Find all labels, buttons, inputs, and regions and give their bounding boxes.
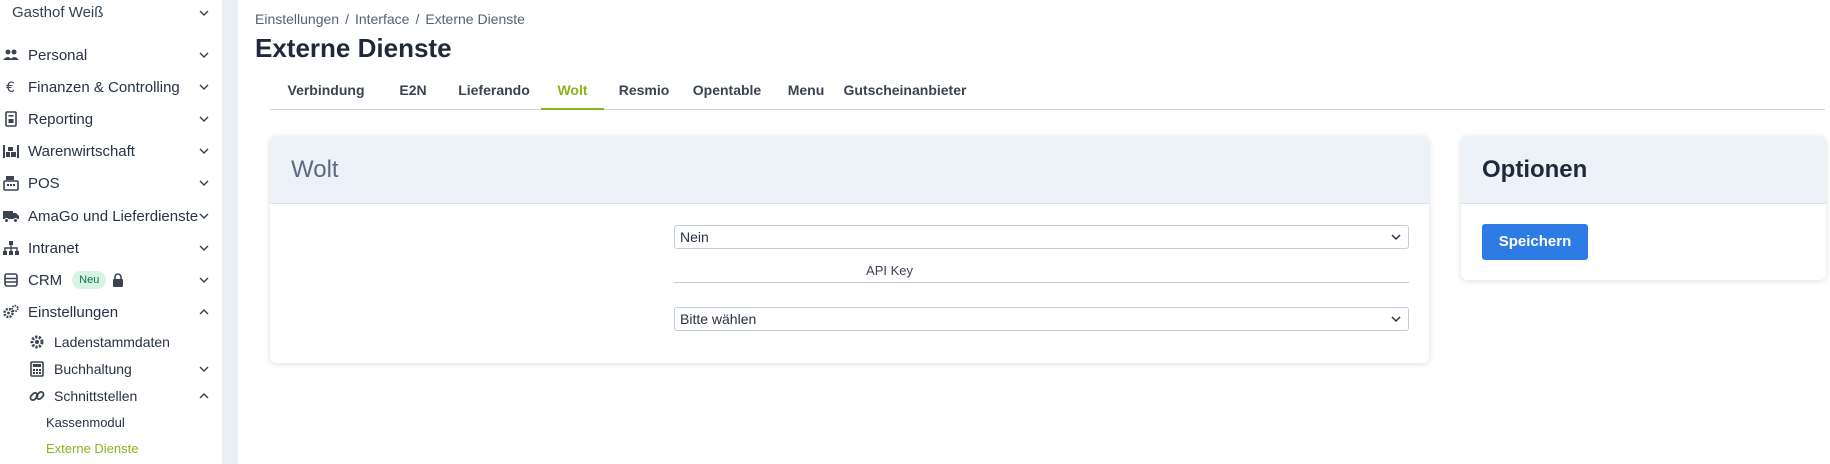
chevron-down-icon [198, 363, 210, 375]
sidebar-item-warenwirtschaft[interactable]: Warenwirtschaft [0, 138, 222, 164]
chevron-down-icon [198, 177, 210, 189]
sidebar-item-label: Personal [28, 46, 88, 64]
sidebar-item-amago[interactable]: AmaGo und Lieferdienste [0, 203, 222, 229]
sidebar-subitem-label: Ladenstammdaten [54, 334, 170, 350]
chevron-up-icon [198, 390, 210, 402]
sitemap-icon [2, 239, 20, 257]
sidebar-item-intranet[interactable]: Intranet [0, 235, 222, 261]
finance-path-value: Bitte wählen [680, 311, 757, 327]
truck-icon [2, 207, 20, 225]
lock-icon [111, 273, 125, 287]
sidebar-subitem-schnittstellen[interactable]: Schnittstellen [28, 384, 222, 408]
sidebar-item-finanzen[interactable]: € Finanzen & Controlling [0, 74, 222, 100]
company-name: Gasthof Weiß [12, 4, 104, 21]
tab-e2n[interactable]: E2N [382, 78, 444, 110]
sidebar-subitem-buchhaltung[interactable]: Buchhaltung [28, 357, 222, 381]
sidebar-subitem-label: Buchhaltung [54, 361, 132, 377]
sidebar-subitem-externe-dienste[interactable]: Externe Dienste [46, 438, 139, 460]
interface-active-select[interactable]: Nein [674, 225, 1409, 249]
sidebar-subitem-ladenstammdaten[interactable]: Ladenstammdaten [28, 330, 222, 354]
sidebar-item-reporting[interactable]: Reporting [0, 106, 222, 132]
chevron-up-icon [198, 306, 210, 318]
gears-icon [2, 303, 20, 321]
warehouse-icon [2, 142, 20, 160]
sidebar-item-label: Intranet [28, 239, 79, 257]
chevron-down-icon [198, 81, 210, 93]
chevron-down-icon [198, 145, 210, 157]
chevron-down-icon [198, 210, 210, 222]
svg-text:€: € [6, 80, 15, 95]
wolt-card-header: Wolt [270, 136, 1429, 204]
sidebar-subitem-kassenmodul[interactable]: Kassenmodul [46, 412, 125, 434]
sidebar-item-label: Warenwirtschaft [28, 142, 135, 160]
tab-gutscheinanbieter[interactable]: Gutscheinanbieter [839, 78, 971, 110]
sidebar-item-einstellungen[interactable]: Einstellungen [0, 299, 222, 325]
tab-resmio[interactable]: Resmio [607, 78, 681, 110]
sidebar-scrollbar[interactable] [222, 0, 238, 464]
api-key-input[interactable] [674, 259, 1409, 283]
chevron-down-icon [198, 113, 210, 125]
sidebar-item-label: Reporting [28, 110, 94, 128]
sidebar-subitem-label: Schnittstellen [54, 388, 138, 404]
chevron-down-icon [1390, 231, 1402, 243]
sidebar-item-pos[interactable]: POS [0, 170, 222, 196]
sidebar-item-label: Finanzen & Controlling [28, 78, 180, 96]
breadcrumb-einstellungen[interactable]: Einstellungen [255, 11, 339, 27]
sidebar: Gasthof Weiß Personal € Finanzen & Contr… [0, 0, 222, 464]
wolt-card-title: Wolt [291, 156, 339, 183]
sidebar-item-crm[interactable]: CRM Neu [0, 267, 222, 293]
interface-active-value: Nein [680, 229, 709, 245]
chevron-down-icon [198, 242, 210, 254]
sidebar-item-personal[interactable]: Personal [0, 42, 222, 68]
cash-register-icon [2, 174, 20, 192]
sidebar-item-label: CRM [28, 271, 63, 289]
tab-verbindung[interactable]: Verbindung [270, 78, 382, 110]
calculator-icon [28, 360, 46, 378]
finance-path-select[interactable]: Bitte wählen [674, 307, 1409, 331]
euro-icon: € [2, 78, 20, 96]
sidebar-item-label: Einstellungen [28, 303, 119, 321]
breadcrumb-interface[interactable]: Interface [355, 11, 409, 27]
report-icon [2, 110, 20, 128]
database-icon [2, 271, 20, 289]
gear-icon [28, 333, 46, 351]
chevron-down-icon [198, 49, 210, 61]
company-selector[interactable]: Gasthof Weiß [0, 0, 222, 26]
tab-bar: Verbindung E2N Lieferando Wolt Resmio Op… [270, 78, 1825, 110]
sidebar-item-label: POS [28, 174, 60, 192]
chevron-down-icon [1390, 313, 1402, 325]
tab-wolt[interactable]: Wolt [541, 78, 604, 110]
sidebar-item-label: AmaGo und Lieferdienste [28, 207, 199, 225]
tab-menu[interactable]: Menu [773, 78, 839, 110]
users-icon [2, 46, 20, 64]
options-card-title: Optionen [1482, 156, 1588, 183]
chevron-down-icon [198, 274, 210, 286]
breadcrumb-externe-dienste: Externe Dienste [425, 11, 525, 27]
options-card: Optionen Speichern [1461, 136, 1826, 280]
chevron-down-icon [198, 7, 210, 19]
tab-lieferando[interactable]: Lieferando [444, 78, 544, 110]
options-card-header: Optionen [1461, 136, 1826, 204]
save-button[interactable]: Speichern [1482, 224, 1588, 260]
new-badge: Neu [72, 271, 107, 289]
wolt-card: Wolt Schnittstelle aktiv Nein API Key Fi… [270, 136, 1429, 363]
page-title: Externe Dienste [255, 33, 452, 63]
breadcrumb: Einstellungen / Interface / Externe Dienste [255, 11, 525, 27]
link-icon [28, 387, 46, 405]
tab-opentable[interactable]: Opentable [681, 78, 773, 110]
